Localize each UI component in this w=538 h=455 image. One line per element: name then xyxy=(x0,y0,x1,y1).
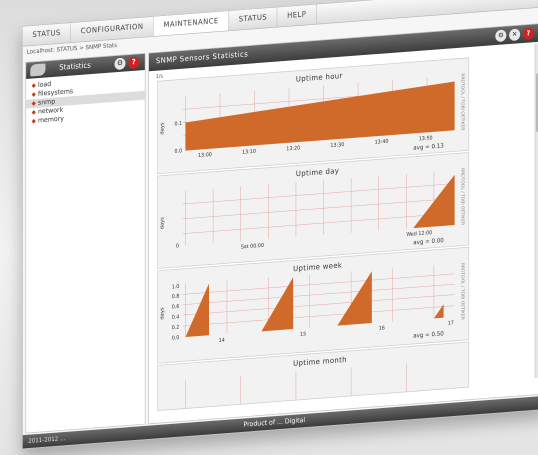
graph-title: Uptime hour xyxy=(296,71,343,84)
settings-icon[interactable]: ⚙ xyxy=(495,29,507,43)
tree-bullet-icon: ◆ xyxy=(31,90,36,98)
y-tick: 0.0 xyxy=(174,148,182,155)
graph-ylabel: days xyxy=(160,216,166,229)
x-tick: 13:30 xyxy=(330,142,344,149)
content-title: SNMP Sensors Statistics xyxy=(155,50,249,66)
x-tick: 15 xyxy=(300,331,306,338)
y-tick: 0 xyxy=(176,243,179,249)
graph-avg: avg = 0.13 xyxy=(413,143,444,152)
status-left: 2011-2012 ... xyxy=(28,434,66,445)
status-center: Product of ... Digital xyxy=(243,416,306,429)
y-tick: 0.6 xyxy=(172,304,180,311)
x-tick: 13:20 xyxy=(286,145,300,152)
tab-status-2[interactable]: STATUS xyxy=(229,7,278,31)
rrdtool-label: RRDTOOL / TOBI OETIKER xyxy=(460,73,466,130)
graph-title: Uptime week xyxy=(293,260,343,273)
gear-icon[interactable]: ⚙ xyxy=(114,57,126,71)
sidebar-title: Statistics xyxy=(59,61,91,73)
y-tick: 0.8 xyxy=(172,293,180,300)
y-tick: 0.1 xyxy=(174,121,182,128)
x-tick: 13:50 xyxy=(419,135,433,142)
statistics-logo xyxy=(30,63,46,77)
sidebar-item-label: snmp xyxy=(37,98,56,107)
graph-ylabel: days xyxy=(160,307,166,320)
tab-configuration[interactable]: CONFIGURATION xyxy=(71,16,154,43)
x-tick: 17 xyxy=(448,320,454,327)
x-tick: Sat 00:00 xyxy=(241,243,264,251)
tree-bullet-icon: ◆ xyxy=(31,99,36,107)
graph-title: Uptime day xyxy=(296,166,340,179)
x-tick: 14 xyxy=(219,337,225,344)
graph-title: Uptime month xyxy=(293,355,347,368)
x-tick: 13:40 xyxy=(375,139,389,146)
tree-bullet-icon: ◆ xyxy=(31,117,36,125)
tab-maintenance[interactable]: MAINTENANCE xyxy=(153,11,230,37)
graph-ylabel: days xyxy=(160,122,166,135)
y-tick: 1.0 xyxy=(172,284,180,291)
rrdtool-label: RRDTOOL / TOBI OETIKER xyxy=(460,263,466,320)
graph-avg: avg = 0.50 xyxy=(413,331,444,340)
close-icon[interactable]: ✕ xyxy=(509,28,521,42)
y-tick: 0.2 xyxy=(172,325,180,332)
app-window: STATUS CONFIGURATION MAINTENANCE STATUS … xyxy=(22,0,538,450)
x-tick: 13:00 xyxy=(198,152,212,159)
y-tick: 0.4 xyxy=(172,314,180,321)
sidebar: Statistics ⚙ ? ◆ load ◆ filesystems ◆ snmp … xyxy=(25,52,146,434)
x-tick: Wed 12:00 xyxy=(406,230,432,238)
rrdtool-label: RRDTOOL / TOBI OETIKER xyxy=(460,168,466,225)
tab-help[interactable]: HELP xyxy=(277,4,317,27)
graph-grid xyxy=(182,265,455,338)
content-panel: SNMP Sensors Statistics ⚙ ✕ ? 1/s Uptime… xyxy=(148,23,538,425)
sidebar-tree: ◆ load ◆ filesystems ◆ snmp ◆ network ◆ memor… xyxy=(26,73,145,126)
tab-status[interactable]: STATUS xyxy=(22,23,72,46)
graph-grid xyxy=(185,363,407,409)
x-tick: 16 xyxy=(379,325,385,332)
x-tick: 13:10 xyxy=(242,149,256,156)
area-series xyxy=(185,81,455,151)
sidebar-item-label: memory xyxy=(37,115,64,125)
tree-bullet-icon: ◆ xyxy=(31,108,36,116)
help-icon[interactable]: ? xyxy=(128,56,140,70)
graph-avg: avg = 0.00 xyxy=(413,238,444,247)
help-icon[interactable]: ? xyxy=(522,27,534,41)
y-tick: 0.0 xyxy=(172,335,180,342)
tree-bullet-icon: ◆ xyxy=(31,81,36,89)
units-label: 1/s xyxy=(155,73,164,80)
sidebar-item-label: load xyxy=(37,80,52,90)
screenshot-scene: STATUS CONFIGURATION MAINTENANCE STATUS … xyxy=(0,0,538,455)
